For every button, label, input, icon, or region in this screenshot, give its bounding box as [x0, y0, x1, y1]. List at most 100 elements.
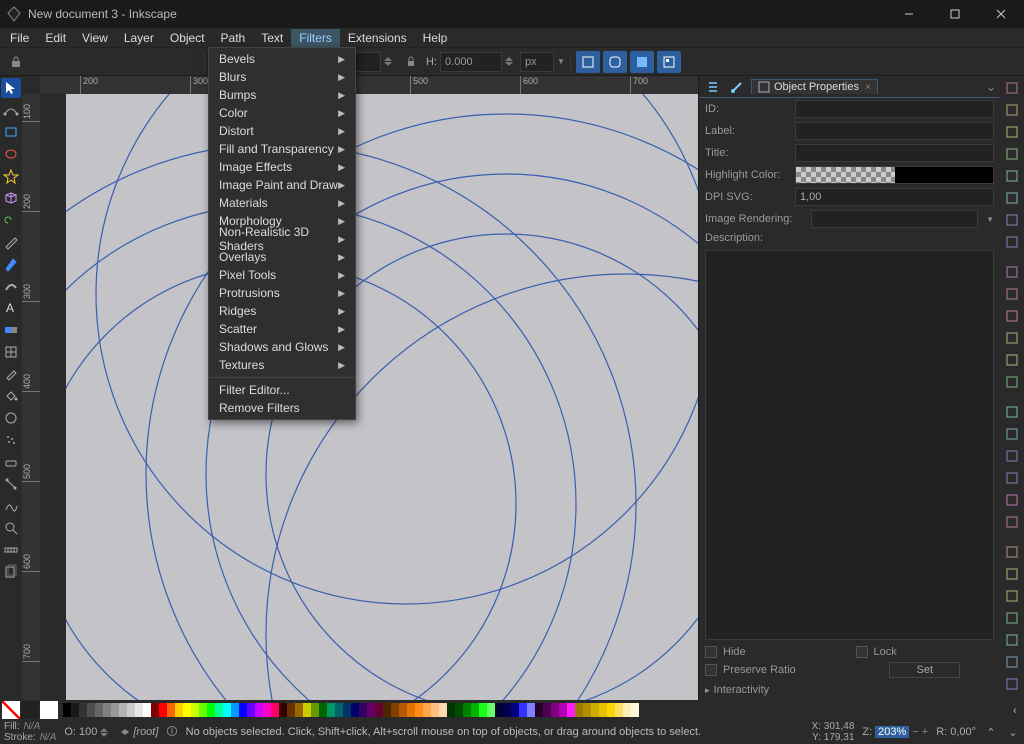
cmd-paste[interactable]	[1002, 306, 1022, 326]
fill-value[interactable]: N/A	[24, 721, 41, 732]
swatch[interactable]	[263, 703, 271, 717]
swatch[interactable]	[543, 703, 551, 717]
tool-tweak[interactable]	[1, 408, 21, 428]
stroke-value[interactable]: N/A	[40, 732, 57, 743]
menu-extensions[interactable]: Extensions	[340, 29, 415, 47]
tool-selector[interactable]	[1, 78, 21, 98]
swatch[interactable]	[351, 703, 359, 717]
swatch[interactable]	[535, 703, 543, 717]
swatch[interactable]	[511, 703, 519, 717]
cmd-selectors[interactable]	[1002, 608, 1022, 628]
preserve-ratio-checkbox[interactable]	[705, 664, 717, 676]
swatch[interactable]	[191, 703, 199, 717]
dpi-field[interactable]: 1,00	[795, 188, 994, 206]
swatch[interactable]	[207, 703, 215, 717]
swatch[interactable]	[607, 703, 615, 717]
object-properties-tab[interactable]: Object Properties ×	[751, 79, 878, 94]
swatch[interactable]	[455, 703, 463, 717]
cmd-align[interactable]	[1002, 512, 1022, 532]
swatch[interactable]	[519, 703, 527, 717]
swatch[interactable]	[399, 703, 407, 717]
filters-menu-image-effects[interactable]: Image Effects▶	[209, 158, 355, 176]
canvas[interactable]	[40, 94, 698, 700]
filters-menu-distort[interactable]: Distort▶	[209, 122, 355, 140]
image-rendering-select[interactable]	[811, 210, 978, 228]
swatch[interactable]	[623, 703, 631, 717]
tool-eraser[interactable]	[1, 452, 21, 472]
tool-pen[interactable]	[1, 254, 21, 274]
swatch[interactable]	[407, 703, 415, 717]
tool-mesh[interactable]	[1, 342, 21, 362]
swatch[interactable]	[463, 703, 471, 717]
swatch[interactable]	[495, 703, 503, 717]
filters-menu-bevels[interactable]: Bevels▶	[209, 50, 355, 68]
tool-dropper[interactable]	[1, 364, 21, 384]
menu-file[interactable]: File	[2, 29, 37, 47]
swatch[interactable]	[487, 703, 495, 717]
filters-menu-materials[interactable]: Materials▶	[209, 194, 355, 212]
swatch[interactable]	[567, 703, 575, 717]
swatch[interactable]	[383, 703, 391, 717]
tool-rect[interactable]	[1, 122, 21, 142]
swatch[interactable]	[423, 703, 431, 717]
menu-help[interactable]: Help	[415, 29, 456, 47]
cmd-copy[interactable]	[1002, 262, 1022, 282]
filters-menu-textures[interactable]: Textures▶	[209, 356, 355, 374]
swatch[interactable]	[503, 703, 511, 717]
hide-checkbox[interactable]	[705, 646, 717, 658]
fill-stroke-tab-icon[interactable]	[727, 78, 747, 96]
menu-edit[interactable]: Edit	[37, 29, 74, 47]
swatch[interactable]	[359, 703, 367, 717]
tool-text[interactable]: A	[1, 298, 21, 318]
cmd-object-props[interactable]	[1002, 630, 1022, 650]
cmd-layers-dialog[interactable]	[1002, 564, 1022, 584]
cmd-zoom-sel[interactable]	[1002, 372, 1022, 392]
swatch[interactable]	[71, 703, 79, 717]
swatch[interactable]	[415, 703, 423, 717]
filters-menu-filter-editor-[interactable]: Filter Editor...	[209, 381, 355, 399]
tool-pencil[interactable]	[1, 232, 21, 252]
swatch[interactable]	[327, 703, 335, 717]
swatch[interactable]	[591, 703, 599, 717]
swatch[interactable]	[471, 703, 479, 717]
tool-lpe[interactable]	[1, 496, 21, 516]
cmd-zoom-page[interactable]	[1002, 328, 1022, 348]
cmd-open[interactable]	[1002, 100, 1022, 120]
swatch[interactable]	[143, 703, 151, 717]
swatch-white[interactable]	[40, 701, 58, 719]
cmd-cut[interactable]	[1002, 284, 1022, 304]
label-field[interactable]	[795, 122, 994, 140]
filters-menu-pixel-tools[interactable]: Pixel Tools▶	[209, 266, 355, 284]
menu-path[interactable]: Path	[213, 29, 254, 47]
move-gradients-button[interactable]	[630, 51, 654, 73]
swatch[interactable]	[479, 703, 487, 717]
swatch[interactable]	[335, 703, 343, 717]
swatch[interactable]	[279, 703, 287, 717]
swatch[interactable]	[79, 703, 87, 717]
tool-3dbox[interactable]	[1, 188, 21, 208]
swatch[interactable]	[183, 703, 191, 717]
cmd-clone[interactable]	[1002, 424, 1022, 444]
scale-stroke-button[interactable]	[576, 51, 600, 73]
menu-layer[interactable]: Layer	[116, 29, 162, 47]
swatch[interactable]	[287, 703, 295, 717]
swatch[interactable]	[615, 703, 623, 717]
filters-menu-blurs[interactable]: Blurs▶	[209, 68, 355, 86]
menu-object[interactable]: Object	[162, 29, 213, 47]
tool-star[interactable]	[1, 166, 21, 186]
highlight-color-swatch[interactable]	[795, 166, 994, 184]
cmd-fill-stroke[interactable]	[1002, 490, 1022, 510]
swatch[interactable]	[135, 703, 143, 717]
cmd-print[interactable]	[1002, 144, 1022, 164]
swatch[interactable]	[255, 703, 263, 717]
cmd-duplicate[interactable]	[1002, 402, 1022, 422]
swatch[interactable]	[583, 703, 591, 717]
tool-spiral[interactable]	[1, 210, 21, 230]
swatch[interactable]	[575, 703, 583, 717]
swatch[interactable]	[343, 703, 351, 717]
statusbar-chevron-down[interactable]: ⌄	[1006, 726, 1020, 739]
rotation-value[interactable]: 0,00°	[950, 726, 976, 738]
tool-connector[interactable]	[1, 474, 21, 494]
swatch[interactable]	[367, 703, 375, 717]
scale-corners-button[interactable]	[603, 51, 627, 73]
